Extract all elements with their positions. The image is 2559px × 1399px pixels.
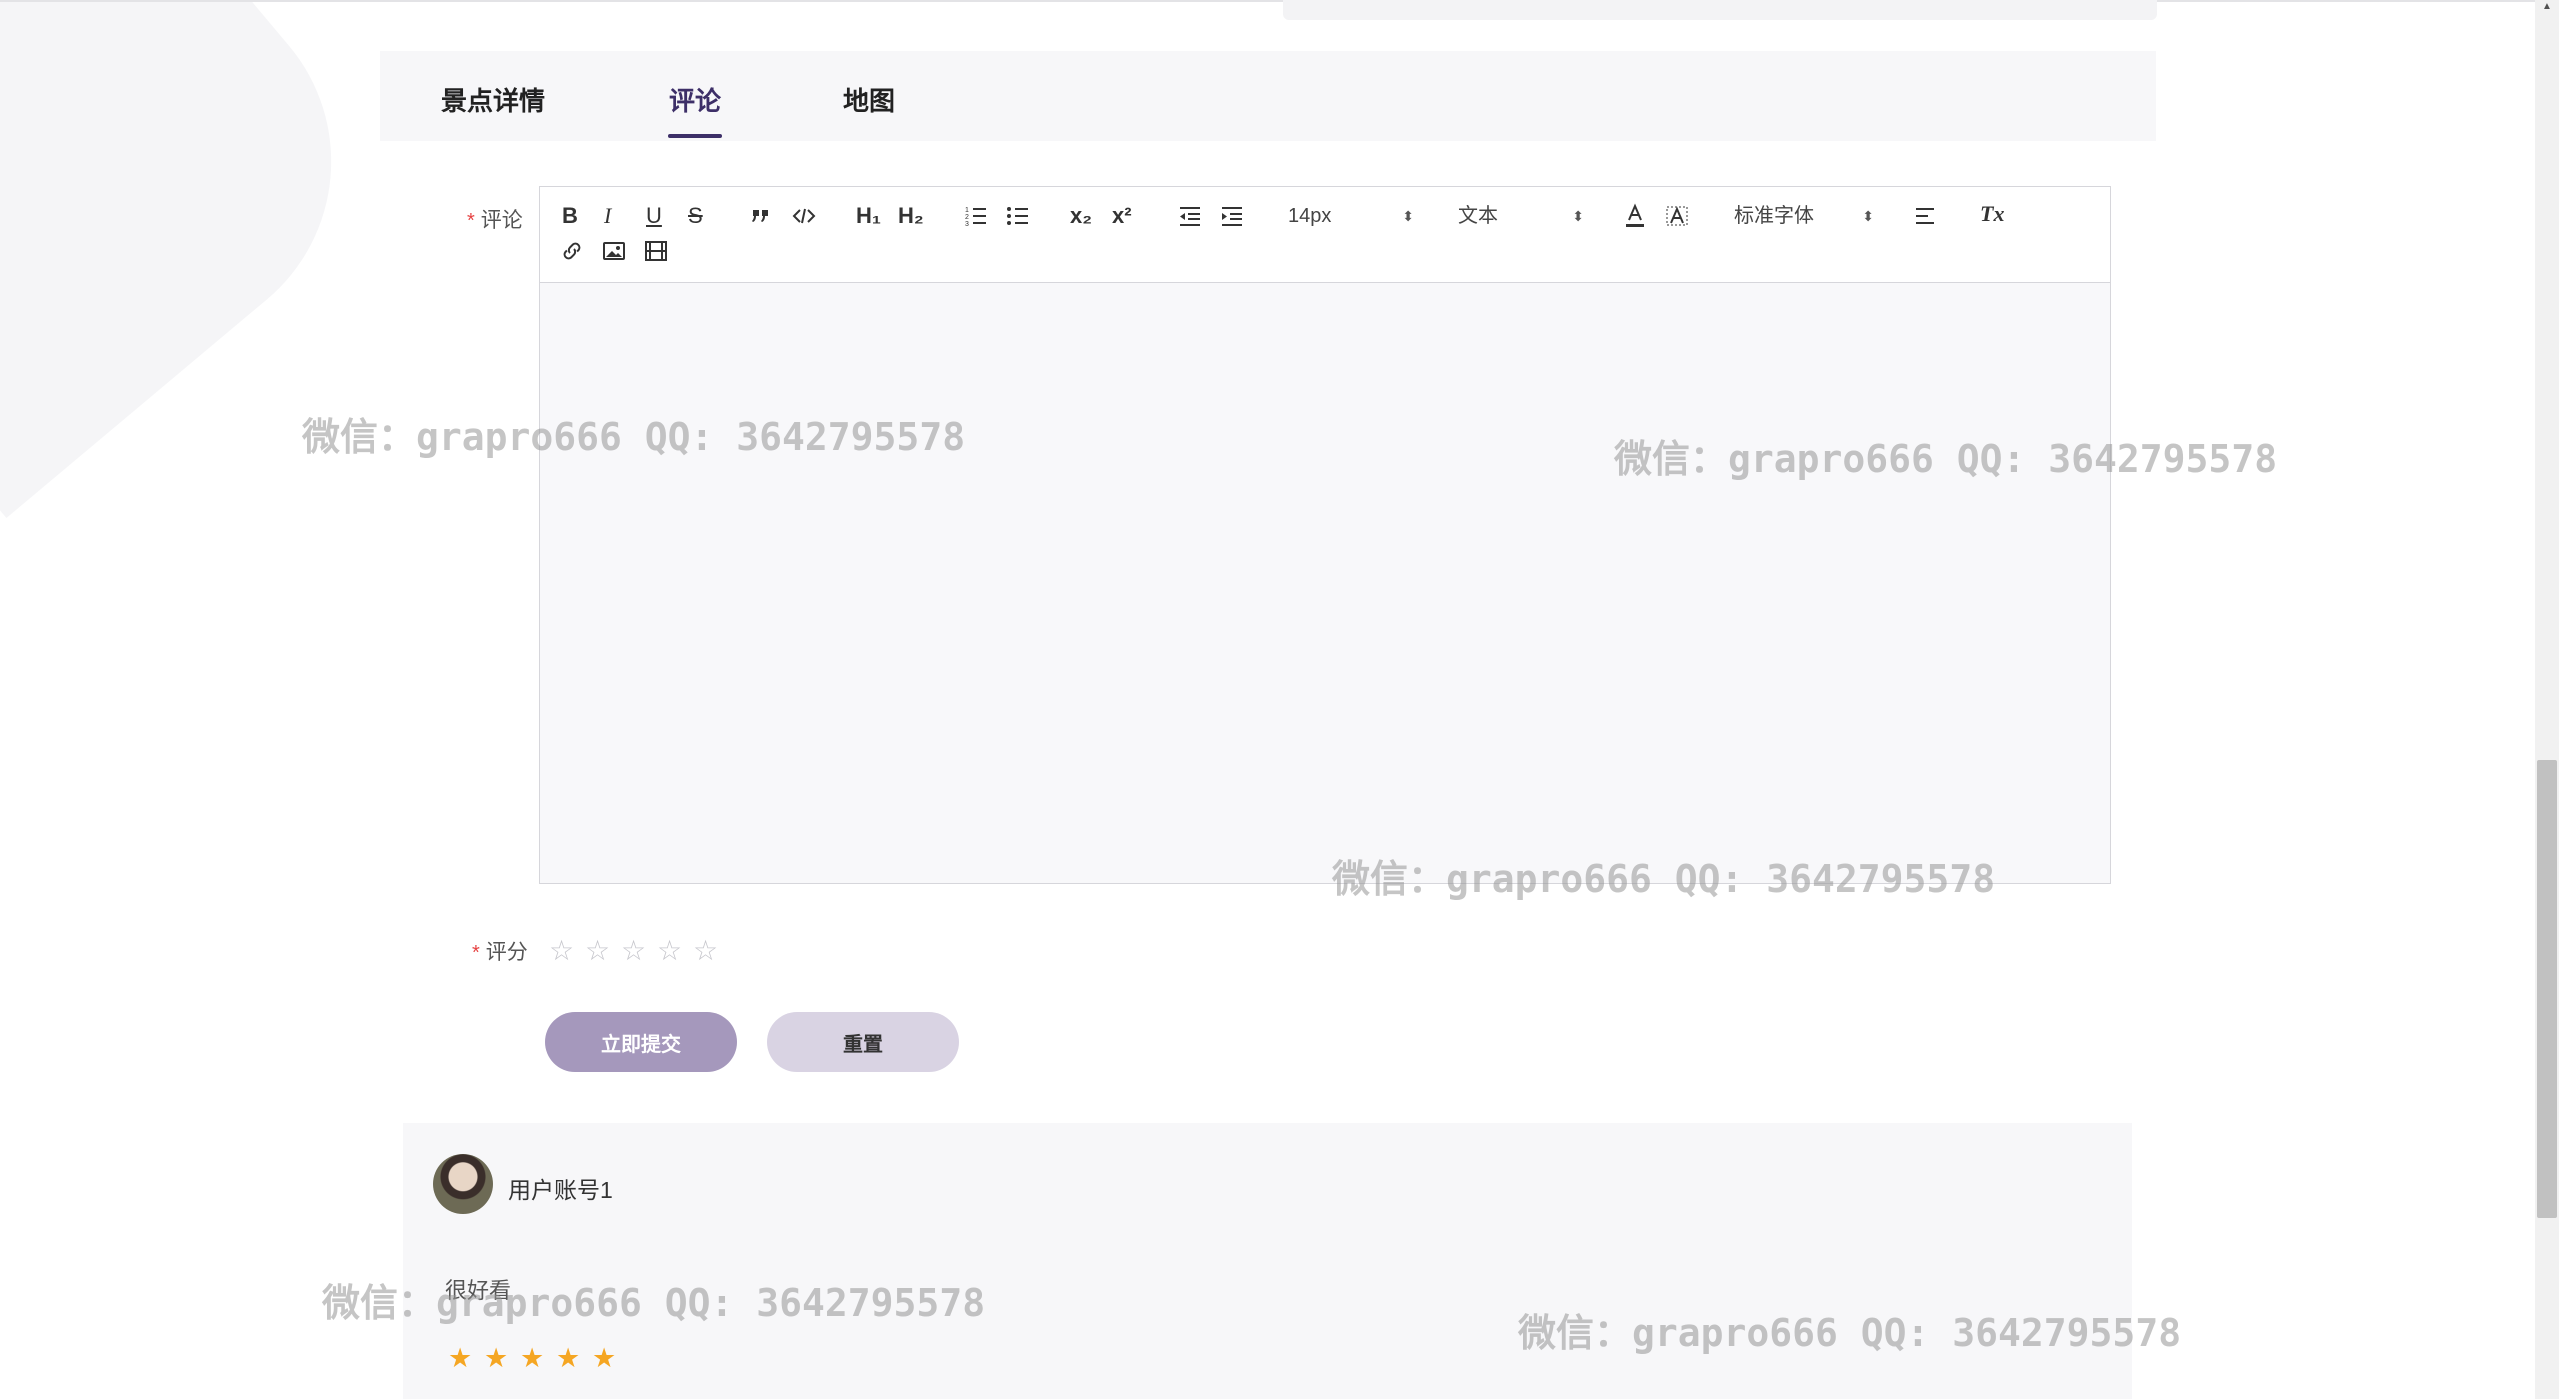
underline-icon[interactable]: U (646, 203, 662, 229)
star-filled-icon: ★ (556, 1343, 581, 1373)
h1-icon[interactable]: H₁ (856, 203, 881, 229)
h2-icon[interactable]: H₂ (898, 203, 924, 229)
background-decoration (0, 0, 405, 518)
star-icon[interactable]: ☆ (549, 934, 585, 967)
clean-format-icon[interactable]: Tx (1980, 201, 2004, 227)
video-icon[interactable] (644, 239, 668, 265)
comment-item: 用户账号1 很好看 ★ ★ ★ ★ ★ (403, 1123, 2132, 1399)
align-icon[interactable] (1914, 205, 1938, 231)
blockquote-icon[interactable] (750, 205, 772, 231)
editor-content-area[interactable] (540, 283, 2110, 883)
scroll-up-arrow-icon[interactable]: ▲ (2535, 0, 2559, 14)
font-size-select[interactable]: 14px ⬍ (1288, 203, 1414, 229)
rating-stars-input[interactable]: ☆ ☆ ☆ ☆ ☆ (549, 934, 729, 967)
header-select[interactable]: 文本 ⬍ (1458, 203, 1584, 229)
italic-icon[interactable]: I (604, 203, 611, 229)
editor-toolbar: B I U S H₁ H₂ 123 x₂ x² 14px ⬍ 文本 ⬍ 标准字体… (540, 187, 2110, 283)
link-icon[interactable] (560, 239, 584, 265)
required-mark: * (467, 210, 475, 232)
reset-button[interactable]: 重置 (767, 1012, 959, 1072)
star-icon[interactable]: ☆ (621, 934, 657, 967)
outdent-icon[interactable] (1178, 205, 1202, 231)
font-family-select[interactable]: 标准字体 ⬍ (1734, 203, 1874, 229)
scroll-thumb[interactable] (2537, 760, 2557, 1218)
comment-text: 很好看 (445, 1278, 512, 1303)
star-icon[interactable]: ☆ (693, 934, 729, 967)
background-color-icon[interactable] (1666, 203, 1688, 229)
svg-text:1: 1 (965, 207, 969, 214)
top-partial-field (1283, 0, 2157, 20)
comment-username: 用户账号1 (508, 1177, 613, 1203)
ordered-list-icon[interactable]: 123 (964, 205, 988, 231)
tab-attraction-details[interactable]: 景点详情 (441, 81, 545, 118)
star-filled-icon: ★ (448, 1343, 473, 1373)
subscript-icon[interactable]: x₂ (1070, 203, 1092, 229)
star-filled-icon: ★ (484, 1343, 509, 1373)
star-icon[interactable]: ☆ (585, 934, 621, 967)
select-arrows-icon: ⬍ (1402, 208, 1414, 224)
strike-icon[interactable]: S (688, 203, 703, 229)
tab-map[interactable]: 地图 (843, 81, 895, 118)
svg-text:3: 3 (965, 221, 969, 227)
star-filled-icon: ★ (520, 1343, 545, 1373)
indent-icon[interactable] (1220, 205, 1244, 231)
bullet-list-icon[interactable] (1006, 205, 1030, 231)
comment-field-label: * 评论 (467, 209, 523, 232)
select-arrows-icon: ⬍ (1862, 208, 1874, 224)
detail-tabs: 景点详情 评论 地图 (380, 51, 2156, 141)
page-scrollbar[interactable]: ▲ (2535, 0, 2559, 1399)
bold-icon[interactable]: B (562, 203, 578, 229)
star-icon[interactable]: ☆ (657, 934, 693, 967)
star-filled-icon: ★ (592, 1343, 617, 1373)
svg-text:2: 2 (965, 214, 969, 221)
tab-comments[interactable]: 评论 (669, 81, 721, 118)
comment-editor: B I U S H₁ H₂ 123 x₂ x² 14px ⬍ 文本 ⬍ 标准字体… (539, 186, 2111, 884)
submit-button[interactable]: 立即提交 (545, 1012, 737, 1072)
superscript-icon[interactable]: x² (1112, 203, 1132, 229)
active-tab-indicator (668, 134, 722, 138)
image-icon[interactable] (602, 239, 626, 265)
comment-rating-stars: ★ ★ ★ ★ ★ (448, 1343, 628, 1374)
rating-field-label: * 评分 (472, 941, 528, 964)
avatar (433, 1154, 493, 1214)
required-mark: * (472, 942, 480, 964)
code-block-icon[interactable] (792, 205, 816, 231)
font-color-icon[interactable] (1624, 203, 1646, 229)
select-arrows-icon: ⬍ (1572, 208, 1584, 224)
